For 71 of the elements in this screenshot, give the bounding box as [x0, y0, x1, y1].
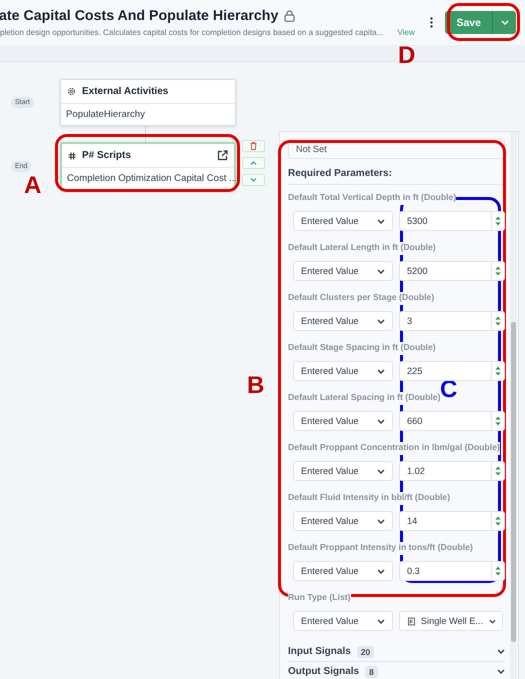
parameter-label: Default Total Vertical Depth in ft (Double) — [288, 192, 456, 205]
chevron-down-icon — [377, 318, 385, 324]
chevron-down-icon — [497, 669, 505, 674]
chevron-down-icon — [500, 20, 508, 25]
list-select[interactable]: Single Well E... — [399, 611, 503, 631]
chevron-down-icon — [377, 418, 385, 424]
hash-icon — [68, 152, 76, 160]
count-badge: 20 — [356, 646, 374, 658]
signals-section[interactable]: Input Signals 20 — [288, 642, 505, 662]
gear-icon — [67, 87, 76, 96]
number-field[interactable]: 14 — [399, 511, 505, 531]
parameter-label: Default Proppant Intensity in tons/ft (Double) — [288, 542, 473, 555]
parameter-label: Run Type (List) — [288, 592, 351, 605]
move-up-button[interactable] — [242, 157, 265, 169]
section-label: Output Signals — [288, 666, 360, 677]
save-options-button[interactable] — [492, 11, 516, 34]
section-title: Required Parameters: — [288, 159, 507, 185]
chevron-down-icon — [250, 178, 257, 182]
mode-select[interactable]: Entered Value — [293, 311, 393, 331]
chevron-down-icon — [377, 268, 385, 274]
document-icon — [408, 616, 415, 626]
activity-node[interactable]: P# Scripts Completion Optimization Capital Cost ... — [60, 142, 236, 191]
callout-letter: A — [24, 172, 42, 200]
chevron-down-icon — [377, 568, 385, 574]
callout-letter: B — [247, 372, 264, 400]
count-badge: 8 — [365, 666, 378, 678]
mode-select[interactable]: Entered Value — [293, 361, 393, 381]
parameter-label: Default Stage Spacing in ft (Double) — [288, 342, 436, 355]
number-field[interactable]: 1.02 — [399, 461, 505, 481]
lock-icon — [284, 10, 296, 22]
number-field[interactable]: 5300 — [399, 211, 505, 231]
parameter-label: Default Fluid Intensity in bbl/ft (Double) — [288, 492, 450, 505]
section-label: Input Signals — [288, 646, 351, 657]
chevron-down-icon — [377, 368, 385, 374]
parameter-label: Default Clusters per Stage (Double) — [288, 292, 434, 305]
node-description: PopulateHierarchy — [65, 108, 146, 122]
chevron-down-icon — [377, 518, 385, 524]
activity-node[interactable]: External Activities PopulateHierarchy — [60, 79, 236, 126]
chevron-down-icon — [489, 618, 496, 624]
mode-select[interactable]: Entered Value — [293, 561, 393, 581]
more-icon[interactable] — [430, 17, 434, 28]
external-link-icon[interactable] — [217, 150, 228, 161]
number-field[interactable]: 5200 — [399, 261, 505, 281]
node-title: External Activities — [82, 86, 170, 97]
callout-letter: D — [398, 42, 416, 70]
mode-select[interactable]: Entered Value — [293, 611, 393, 631]
move-down-button[interactable] — [242, 174, 265, 186]
delete-button[interactable] — [242, 140, 265, 152]
parameter-label: Default Lateral Spacing in ft (Double) — [288, 392, 441, 405]
number-field[interactable]: 0.3 — [399, 561, 505, 581]
chevron-down-icon — [497, 649, 505, 654]
page-description: pletion design opportunities. Calculates capital costs for completion designs based on a suggested capita... — [0, 28, 384, 37]
mode-select[interactable]: Entered Value — [293, 261, 393, 281]
trash-icon — [250, 142, 257, 150]
source-field[interactable]: Not Set — [288, 138, 505, 159]
mode-select[interactable]: Entered Value — [293, 211, 393, 231]
number-field[interactable]: 3 — [399, 311, 505, 331]
chevron-down-icon — [377, 618, 385, 624]
parameter-label: Default Lateral Length in ft (Double) — [288, 242, 436, 255]
number-field[interactable]: 660 — [399, 411, 505, 431]
mode-select[interactable]: Entered Value — [293, 461, 393, 481]
chevron-up-icon — [250, 161, 257, 165]
signals-section[interactable]: Output Signals 8 — [288, 662, 505, 679]
chevron-down-icon — [377, 218, 385, 224]
number-field[interactable]: 225 — [399, 361, 505, 381]
parameter-label: Default Proppant Concentration in lbm/gal (Double) — [288, 442, 500, 455]
node-description: Completion Optimization Capital Cost ... — [66, 172, 234, 186]
mode-select[interactable]: Entered Value — [293, 411, 393, 431]
node-title: P# Scripts — [82, 150, 132, 161]
chevron-down-icon — [377, 468, 385, 474]
mode-select[interactable]: Entered Value — [293, 511, 393, 531]
